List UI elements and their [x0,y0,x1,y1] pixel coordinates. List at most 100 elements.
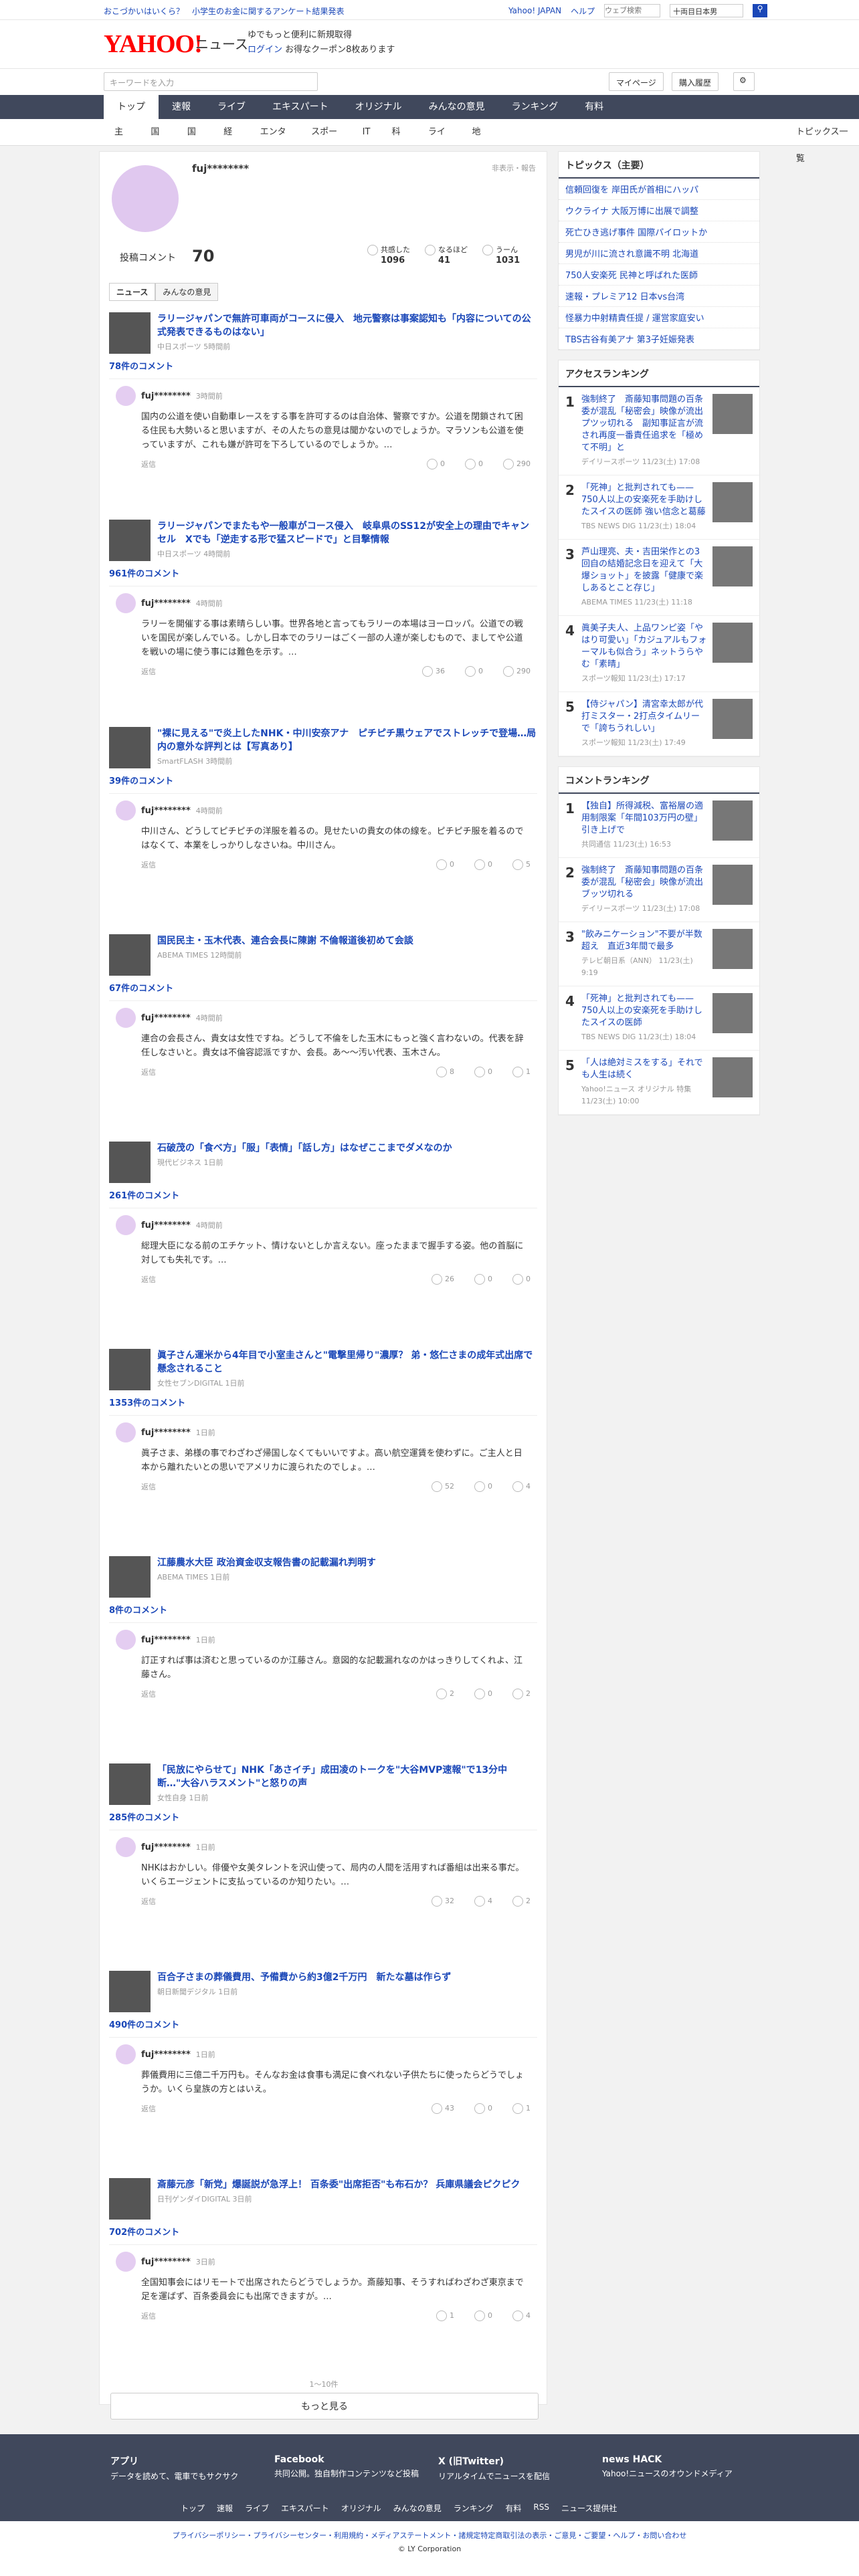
article-link[interactable]: 斎藤元彦「新党」爆誕説が急浮上！ 百条委"出席拒否"も布石か？ 兵庫県議会ピクピ… [109,2178,537,2220]
gear-icon[interactable]: ⚙ [733,72,755,91]
ranking-item[interactable]: 4 眞美子夫人、上品ワンピ姿「やはり可愛い」「カジュアルもフォーマルも似合う」ネッ… [559,616,759,692]
comment-count-link[interactable]: 67件のコメント [109,981,537,994]
comment-user[interactable]: fuj******** [141,599,191,609]
ranking-title[interactable]: 「人は絶対ミスをする」それでも人生は続く [581,1058,703,1080]
reaction-button[interactable]: 1 [512,2103,531,2114]
reaction-button[interactable]: 4 [512,1481,531,1492]
profile-tab-0[interactable]: ニュース [109,283,156,301]
reaction-button[interactable]: 1 [436,2311,454,2321]
history-button[interactable]: 購入履歴 [672,72,719,91]
article-link[interactable]: 江藤農水大臣 政治資金収支報告書の記載漏れ判明す ABEMA TIMES 1日前 [109,1556,537,1598]
reply-button[interactable]: 返信 [141,666,156,677]
footer-nav-item[interactable]: 速報 [217,2502,233,2514]
nav-tab-5[interactable]: みんなの意見 [415,95,498,119]
more-button[interactable]: もっと見る [110,2393,539,2420]
footer-col[interactable]: X (旧Twitter) リアルタイムでニュースを配信 [438,2454,599,2482]
nav-tab-4[interactable]: オリジナル [342,95,415,119]
login-link[interactable]: ログイン [248,45,282,55]
reaction-button[interactable]: 0 [474,2103,492,2114]
reaction-button[interactable]: 8 [436,1067,454,1077]
ranking-title[interactable]: 芦山理亮、夫・吉田栄作との3回自の結婚記念日を迎えて「大爆ショット」を披露「健康… [581,547,703,593]
comment-count-link[interactable]: 78件のコメント [109,359,537,372]
topic-item[interactable]: ウクライナ 大阪万博に出展で調整 [559,200,759,221]
reaction-button[interactable]: 0 [474,1689,492,1699]
reaction-button[interactable]: 0 [474,1067,492,1077]
article-title[interactable]: ラリージャパンで無許可車両がコースに侵入 地元警察は事案認知も「内容についての公… [157,312,537,339]
legal-links[interactable]: プライバシーポリシー・プライバシーセンター・利用規約・メディアステートメント・諸… [0,2529,859,2543]
footer-nav-item[interactable]: 有料 [505,2502,521,2514]
topic-item[interactable]: 死亡ひき逃げ事件 国際パイロットか [559,221,759,243]
help-link[interactable]: ヘルプ [571,5,595,17]
footer-nav-item[interactable]: ニュース提供社 [561,2502,617,2514]
topic-item[interactable]: 信頼回復を 岸田氏が首相にハッパ [559,179,759,200]
nav-tab-1[interactable]: 速報 [159,95,204,119]
article-title[interactable]: 百合子さまの葬儀費用、予備費から約3億2千万円 新たな墓は作らず [157,1971,451,1984]
reaction-button[interactable]: 0 [474,2311,492,2321]
reaction-button[interactable]: 0 [512,1274,531,1285]
footer-nav-item[interactable]: トップ [181,2502,205,2514]
comment-user[interactable]: fuj******** [141,1635,191,1645]
reaction-button[interactable]: 0 [427,459,445,469]
comment-count-link[interactable]: 490件のコメント [109,2018,537,2030]
footer-nav-item[interactable]: オリジナル [341,2502,381,2514]
ranking-title[interactable]: 【独自】所得減税、富裕層の適用制限案「年間103万円の壁」引き上げで [581,801,703,835]
ranking-item[interactable]: 4 「死神」と批判されても——750人以上の安楽死を手助けしたスイスの医師 TBS … [559,986,759,1051]
reaction-button[interactable]: 43 [432,2103,454,2114]
article-link[interactable]: 「民放にやらせて」NHK「あさイチ」成田凌のトークを"大谷MVP速報"で13分中… [109,1763,537,1805]
reply-button[interactable]: 返信 [141,459,156,469]
category-tab-1[interactable]: 国内 [140,119,176,164]
category-tab-8[interactable]: ライフ [417,119,462,164]
comment-user[interactable]: fuj******** [141,1428,191,1438]
mypage-button[interactable]: マイページ [609,72,664,91]
article-title[interactable]: 石破茂の「食べ方」「服」「表情」「話し方」はなぜここまでダメなのか [157,1142,452,1155]
nav-tab-0[interactable]: トップ [104,95,159,119]
comment-count-link[interactable]: 702件のコメント [109,2225,537,2238]
ranking-item[interactable]: 2 強制終了 斎藤知事問題の百条委が混乱「秘密会」映像が流出ブッツ切れる デイリース… [559,858,759,922]
ranking-item[interactable]: 1 強制終了 斎藤知事問題の百条委が混乱「秘密会」映像が流出プツッ切れる 副知事証… [559,387,759,475]
ranking-item[interactable]: 3 芦山理亮、夫・吉田栄作との3回自の結婚記念日を迎えて「大爆ショット」を披露「健… [559,540,759,616]
reply-button[interactable]: 返信 [141,859,156,870]
reply-button[interactable]: 返信 [141,1067,156,1077]
article-link[interactable]: 石破茂の「食べ方」「服」「表情」「話し方」はなぜここまでダメなのか 現代ビジネス … [109,1142,537,1183]
topic-item[interactable]: 怪暴力中射精責任提 / 運営家庭安い [559,307,759,328]
article-link[interactable]: ラリージャパンでまたもや一般車がコース侵入 岐阜県のSS12が安全上の理由でキャ… [109,520,537,561]
comment-user[interactable]: fuj******** [141,1013,191,1023]
article-link[interactable]: "裸に見える"で炎上したNHK・中川安奈アナ ピチピチ黒ウェアでストレッチで登場… [109,727,537,768]
footer-nav-item[interactable]: ライブ [245,2502,269,2514]
comment-user[interactable]: fuj******** [141,1220,191,1230]
reaction-button[interactable]: 2 [436,1689,454,1699]
category-tab-3[interactable]: 経済 [213,119,249,164]
footer-nav-item[interactable]: RSS [533,2502,549,2514]
footer-nav-item[interactable]: エキスパート [281,2502,329,2514]
comment-user[interactable]: fuj******** [141,1842,191,1852]
ranking-item[interactable]: 5 【侍ジャパン】清宮幸太郎が代打ミスター・2打点タイムリーで「誇ちうれしい」 スポ… [559,692,759,756]
reply-button[interactable]: 返信 [141,1689,156,1699]
comment-count-link[interactable]: 261件のコメント [109,1188,537,1201]
footer-col[interactable]: Facebook 共同公開。独自制作コンテンツなど投稿 [274,2454,435,2479]
ranking-item[interactable]: 5 「人は絶対ミスをする」それでも人生は続く Yahoo!ニュース オリジナル 特集… [559,1051,759,1115]
ranking-title[interactable]: 強制終了 斎藤知事問題の百条委が混乱「秘密会」映像が流出プツッ切れる 副知事証言… [581,395,703,453]
ranking-title[interactable]: 眞美子夫人、上品ワンピ姿「やはり可愛い」「カジュアルもフォーマルも似合う」ネット… [581,623,706,669]
article-link[interactable]: 眞子さん運米から4年目で小室圭さんと"電撃里帰り"濃厚？ 弟・悠仁さまの成年式出… [109,1349,537,1390]
ranking-title[interactable]: 「死神」と批判されても——750人以上の安楽死を手助けしたスイスの医師 [581,994,702,1028]
category-tab-6[interactable]: IT [352,119,381,146]
reaction-button[interactable]: 0 [474,859,492,870]
reaction-button[interactable]: 52 [432,1481,454,1492]
article-link[interactable]: ラリージャパンで無許可車両がコースに侵入 地元警察は事案認知も「内容についての公… [109,312,537,354]
comment-count-link[interactable]: 285件のコメント [109,1810,537,1823]
article-link[interactable]: 百合子さまの葬儀費用、予備費から約3億2千万円 新たな墓は作らず 朝日新聞デジタル… [109,1971,537,2012]
yahoo-japan-link[interactable]: Yahoo! JAPAN [508,6,561,15]
promo-link[interactable]: おこづかいはいくら？ 小学生のお金に関するアンケート結果発表 [104,7,345,16]
topic-item[interactable]: 750人安楽死 民神と呼ばれた医師 [559,264,759,286]
footer-col[interactable]: news HACK Yahoo!ニュースのオウンドメディア [602,2454,763,2479]
comment-count-link[interactable]: 961件のコメント [109,566,537,579]
reaction-button[interactable]: 4 [512,2311,531,2321]
article-title[interactable]: 斎藤元彦「新党」爆誕説が急浮上！ 百条委"出席拒否"も布石か？ 兵庫県議会ピクピ… [157,2178,520,2191]
reply-button[interactable]: 返信 [141,1896,156,1907]
reaction-button[interactable]: 0 [474,1481,492,1492]
article-title[interactable]: "裸に見える"で炎上したNHK・中川安奈アナ ピチピチ黒ウェアでストレッチで登場… [157,727,537,754]
reaction-button[interactable]: 2 [512,1896,531,1907]
web-search-input[interactable] [604,4,661,17]
reaction-button[interactable]: 290 [503,666,531,677]
reply-button[interactable]: 返信 [141,2103,156,2114]
